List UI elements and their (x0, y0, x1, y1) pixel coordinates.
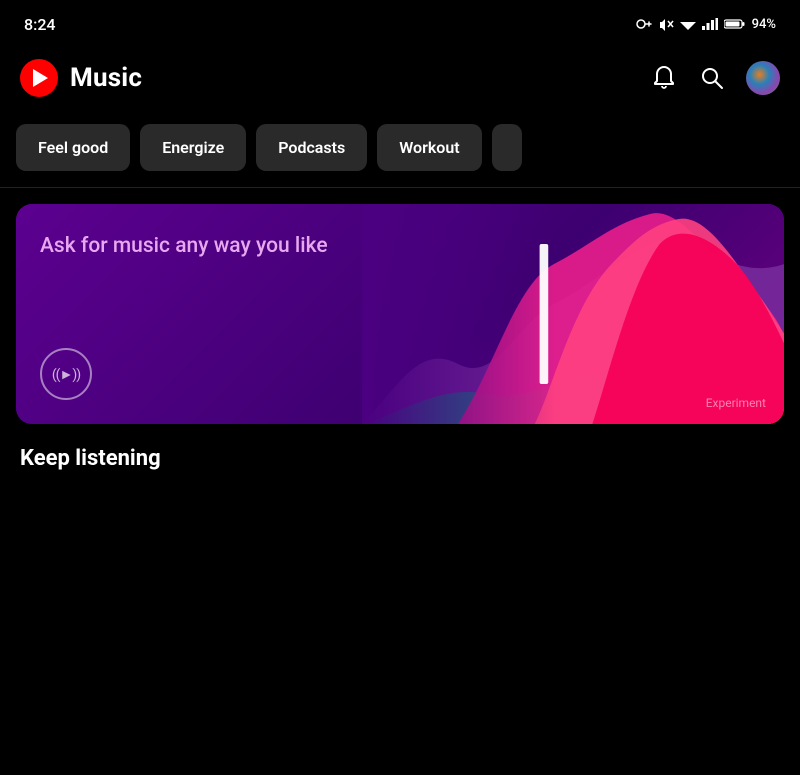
category-feel-good[interactable]: Feel good (16, 124, 130, 171)
category-more[interactable] (492, 124, 522, 171)
header-right (650, 61, 780, 95)
divider (0, 187, 800, 188)
banner-card[interactable]: Ask for music any way you like ((►)) Exp… (16, 204, 784, 424)
category-energize[interactable]: Energize (140, 124, 246, 171)
status-icons: 94% (636, 17, 776, 32)
bell-button[interactable] (650, 64, 678, 92)
status-bar: 8:24 (0, 0, 800, 44)
banner-play-button[interactable]: ((►)) (40, 348, 92, 400)
banner-text: Ask for music any way you like (40, 232, 436, 260)
mute-icon (658, 17, 674, 31)
banner-content: Ask for music any way you like ((►)) (16, 204, 784, 424)
battery-percent: 94% (752, 17, 776, 32)
youtube-music-logo (20, 59, 58, 97)
header-left: Music (20, 59, 142, 97)
signal-icon (702, 18, 718, 30)
key-icon (636, 18, 652, 30)
category-workout[interactable]: Workout (377, 124, 481, 171)
status-time: 8:24 (24, 15, 56, 34)
wifi-icon (680, 18, 696, 30)
app-title: Music (70, 63, 142, 93)
play-symbol: ((►)) (52, 366, 80, 383)
play-triangle-icon (33, 69, 48, 87)
category-podcasts[interactable]: Podcasts (256, 124, 367, 171)
battery-icon (724, 18, 746, 30)
experiment-label: Experiment (706, 396, 766, 410)
keep-listening-title: Keep listening (0, 424, 800, 479)
search-button[interactable] (698, 64, 726, 92)
header: Music (0, 44, 800, 116)
user-avatar[interactable] (746, 61, 780, 95)
category-row: Feel good Energize Podcasts Workout (0, 116, 800, 187)
